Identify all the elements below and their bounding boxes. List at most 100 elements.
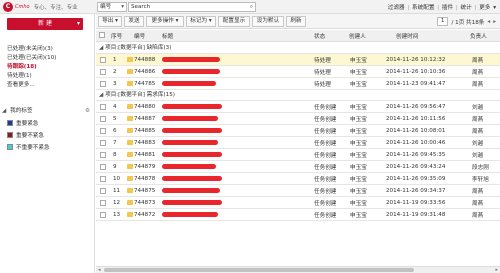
tag-important-not-urgent[interactable]: 重要不紧急 (7, 129, 93, 141)
top-link-filter[interactable]: 过滤器 (388, 5, 405, 11)
tag-important-urgent[interactable]: 重要紧急 (7, 117, 93, 129)
redacted-title[interactable] (162, 140, 218, 145)
table-row[interactable]: 11 744875 任务创建 申玉宝 2014-11-26 09:34:37 周燕 (96, 185, 500, 197)
col-header-id[interactable]: 编号 (134, 32, 145, 40)
horizontal-scrollbar[interactable]: ◂ ▸ (96, 266, 500, 273)
collapse-triangle-icon[interactable]: ◢ (99, 92, 103, 98)
folder-icon (127, 128, 133, 133)
row-checkbox[interactable] (100, 127, 106, 134)
row-id[interactable]: 744785 (134, 81, 155, 87)
table-row[interactable]: 2 744886 待处理 申玉宝 2014-11-26 10:10:36 周燕 (96, 66, 500, 78)
table-row[interactable]: 6 744885 任务创建 申玉宝 2014-11-26 10:08:01 周燕 (96, 125, 500, 137)
row-checkbox[interactable] (100, 163, 106, 170)
top-link-system-config[interactable]: 系统配置 (412, 5, 434, 11)
row-checkbox[interactable] (100, 56, 106, 63)
col-header-status[interactable]: 状态 (314, 32, 325, 40)
send-button[interactable]: 发送 (124, 16, 144, 27)
more-actions-button[interactable]: 更多操作 ▾ (146, 16, 184, 27)
table-row[interactable]: 3 744785 待处理 申玉宝 2014-11-23 09:41:47 周燕 (96, 78, 500, 90)
refresh-button[interactable]: 刷新 (286, 16, 306, 27)
row-id[interactable]: 744888 (134, 57, 155, 63)
redacted-title[interactable] (162, 212, 218, 217)
tag-not-important-not-urgent[interactable]: 不重要不紧急 (7, 141, 93, 153)
search-icon[interactable]: ⌕ (250, 3, 253, 11)
select-all-checkbox[interactable] (99, 32, 105, 38)
table-row[interactable]: 8 744881 任务创建 申玉宝 2014-11-26 09:45:35 刘越 (96, 149, 500, 161)
configure-display-button[interactable]: 配置显示 (218, 16, 250, 27)
row-id[interactable]: 744886 (134, 69, 155, 75)
row-checkbox[interactable] (100, 151, 106, 158)
table-row[interactable]: 12 744873 任务创建 申玉宝 2014-11-19 09:33:56 周燕 (96, 197, 500, 209)
folder-icon (127, 116, 133, 121)
redacted-title[interactable] (162, 152, 222, 157)
scroll-right-icon[interactable]: ▸ (495, 267, 498, 273)
table-row[interactable]: 13 744872 任务创建 申玉宝 2014-11-19 09:31:48 周燕 (96, 209, 500, 221)
new-button[interactable]: 新 建 ▾ (7, 18, 83, 30)
sidebar-item-tracking[interactable]: 待跟踪(18) (7, 63, 93, 72)
table-row[interactable]: 7 744883 任务创建 申玉宝 2014-11-26 10:00:46 刘越 (96, 137, 500, 149)
search-field-select[interactable]: 编号 ▾ (97, 2, 127, 12)
gear-icon[interactable]: ⚙ (85, 107, 90, 116)
table-row[interactable]: 5 744887 任务创建 申玉宝 2014-11-26 10:11:56 周燕 (96, 113, 500, 125)
collapse-triangle-icon[interactable]: ◢ (99, 45, 103, 51)
redacted-title[interactable] (162, 176, 222, 181)
row-id[interactable]: 744873 (134, 200, 155, 206)
col-header-creator[interactable]: 创建人 (349, 32, 366, 40)
table-row[interactable]: 4 744880 任务创建 申玉宝 2014-11-26 09:56:47 刘越 (96, 101, 500, 113)
row-checkbox[interactable] (100, 115, 106, 122)
group-header[interactable]: ◢ 项目:[数据平台] 缺陷库(3) (96, 43, 500, 54)
sidebar-item-processed-closed[interactable]: 已处理(已关闭)(10) (7, 54, 93, 63)
top-link-stats[interactable]: 统计 (461, 5, 472, 11)
row-checkbox[interactable] (100, 199, 106, 206)
table-row[interactable]: 1 744888 待处理 申玉宝 2014-11-26 10:12:32 周燕 (96, 54, 500, 66)
row-id[interactable]: 744881 (134, 152, 155, 158)
search-input[interactable]: Search ⌕ (128, 2, 256, 12)
export-button[interactable]: 导出 ▾ (98, 16, 122, 27)
next-page-icon[interactable]: ▸ (493, 19, 496, 25)
row-checkbox[interactable] (100, 187, 106, 194)
set-default-button[interactable]: 设为默认 (252, 16, 284, 27)
row-checkbox[interactable] (100, 139, 106, 146)
row-checkbox[interactable] (100, 211, 106, 218)
group-header[interactable]: ◢ 项目:[数据平台] 需求库(15) (96, 90, 500, 101)
top-link-more[interactable]: 更多 (479, 5, 490, 11)
row-checkbox[interactable] (100, 68, 106, 75)
redacted-title[interactable] (162, 69, 220, 74)
row-id[interactable]: 744872 (134, 212, 155, 218)
table-row[interactable]: 9 744879 任务创建 申玉宝 2014-11-26 09:43:24 段志刚 (96, 161, 500, 173)
col-header-title[interactable]: 标题 (162, 32, 173, 40)
mark-as-button[interactable]: 标记为 ▾ (186, 16, 216, 27)
top-link-plugins[interactable]: 插件 (442, 5, 453, 11)
row-id[interactable]: 744887 (134, 116, 155, 122)
row-id[interactable]: 744878 (134, 176, 155, 182)
row-checkbox[interactable] (100, 80, 106, 87)
row-id[interactable]: 744880 (134, 104, 155, 110)
row-id[interactable]: 744879 (134, 164, 155, 170)
redacted-title[interactable] (162, 57, 220, 62)
sidebar-item-processed-open[interactable]: 已处理(未关闭)(3) (7, 45, 93, 54)
redacted-title[interactable] (162, 188, 220, 193)
row-id[interactable]: 744883 (134, 140, 155, 146)
scroll-left-icon[interactable]: ◂ (98, 267, 101, 273)
redacted-title[interactable] (162, 200, 222, 205)
table-row[interactable]: 10 744878 任务创建 申玉宝 2014-11-26 09:35:09 李轩旭 (96, 173, 500, 185)
row-checkbox[interactable] (100, 175, 106, 182)
sidebar-item-pending[interactable]: 待处理(1) (7, 72, 93, 81)
col-header-created-time[interactable]: 创建时间 (396, 32, 418, 40)
redacted-title[interactable] (162, 164, 216, 169)
prev-page-icon[interactable]: ◂ (487, 19, 490, 25)
col-header-owner[interactable]: 负责人 (470, 32, 487, 40)
redacted-title[interactable] (162, 116, 218, 121)
redacted-title[interactable] (162, 104, 222, 109)
redacted-title[interactable] (162, 81, 216, 86)
row-id[interactable]: 744885 (134, 128, 155, 134)
row-checkbox[interactable] (100, 103, 106, 110)
sidebar-item-more[interactable]: 查看更多... (7, 81, 93, 90)
slogan: 专心、专注、专业 (33, 5, 78, 11)
row-id[interactable]: 744875 (134, 188, 155, 194)
redacted-title[interactable] (162, 128, 222, 133)
col-header-no[interactable]: 序号 (111, 32, 122, 40)
page-input[interactable]: 1 (436, 17, 449, 26)
scrollbar-thumb[interactable] (104, 268, 414, 272)
tags-header[interactable]: ◢ 我的标签 ⚙ (2, 107, 92, 116)
